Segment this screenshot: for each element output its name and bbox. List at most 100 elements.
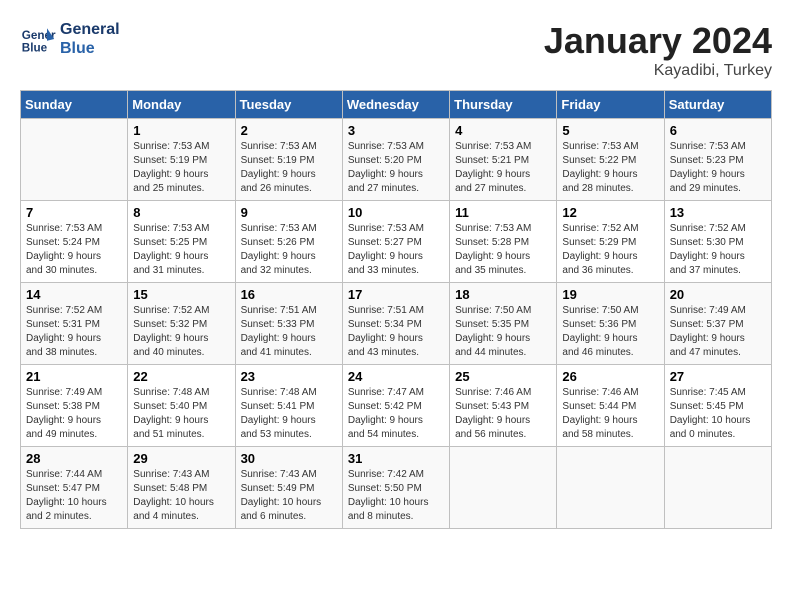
day-number: 17 bbox=[348, 287, 444, 302]
day-number: 2 bbox=[241, 123, 337, 138]
calendar-cell: 24Sunrise: 7:47 AM Sunset: 5:42 PM Dayli… bbox=[342, 365, 449, 447]
day-info: Sunrise: 7:52 AM Sunset: 5:29 PM Dayligh… bbox=[562, 222, 658, 278]
calendar-week-row: 14Sunrise: 7:52 AM Sunset: 5:31 PM Dayli… bbox=[21, 283, 772, 365]
day-info: Sunrise: 7:53 AM Sunset: 5:26 PM Dayligh… bbox=[241, 222, 337, 278]
calendar-week-row: 21 Sunrise: 7:49 AM Sunset: 5:38 PM Dayli… bbox=[21, 365, 772, 447]
calendar-cell bbox=[450, 447, 557, 529]
day-info: Sunrise: 7:43 AM Sunset: 5:48 PM Dayligh… bbox=[133, 468, 229, 524]
calendar-cell: 13 Sunrise: 7:52 AM Sunset: 5:30 PM Dayli… bbox=[664, 201, 771, 283]
day-info: Sunrise: 7:53 AM Sunset: 5:23 PM Dayligh… bbox=[670, 140, 766, 196]
weekday-header: Sunday bbox=[21, 91, 128, 119]
calendar-cell: 23Sunrise: 7:48 AM Sunset: 5:41 PM Dayli… bbox=[235, 365, 342, 447]
day-info: Sunrise: 7:43 AM Sunset: 5:49 PM Dayligh… bbox=[241, 468, 337, 524]
calendar-table: SundayMondayTuesdayWednesdayThursdayFrid… bbox=[20, 90, 772, 529]
weekday-header: Saturday bbox=[664, 91, 771, 119]
calendar-cell: 9 Sunrise: 7:53 AM Sunset: 5:26 PM Daylig… bbox=[235, 201, 342, 283]
day-number: 27 bbox=[670, 369, 766, 384]
calendar-week-row: 28Sunrise: 7:44 AM Sunset: 5:47 PM Dayli… bbox=[21, 447, 772, 529]
day-info: Sunrise: 7:53 AM Sunset: 5:25 PM Dayligh… bbox=[133, 222, 229, 278]
day-number: 20 bbox=[670, 287, 766, 302]
calendar-cell: 4Sunrise: 7:53 AM Sunset: 5:21 PM Daylig… bbox=[450, 119, 557, 201]
calendar-cell: 6 Sunrise: 7:53 AM Sunset: 5:23 PM Daylig… bbox=[664, 119, 771, 201]
day-number: 15 bbox=[133, 287, 229, 302]
day-number: 28 bbox=[26, 451, 122, 466]
logo-icon: General Blue bbox=[20, 21, 56, 57]
calendar-cell: 25Sunrise: 7:46 AM Sunset: 5:43 PM Dayli… bbox=[450, 365, 557, 447]
day-info: Sunrise: 7:53 AM Sunset: 5:22 PM Dayligh… bbox=[562, 140, 658, 196]
day-number: 26 bbox=[562, 369, 658, 384]
day-number: 9 bbox=[241, 205, 337, 220]
day-info: Sunrise: 7:45 AM Sunset: 5:45 PM Dayligh… bbox=[670, 386, 766, 442]
day-number: 6 bbox=[670, 123, 766, 138]
day-number: 18 bbox=[455, 287, 551, 302]
day-info: Sunrise: 7:49 AM Sunset: 5:38 PM Dayligh… bbox=[26, 386, 122, 442]
day-number: 8 bbox=[133, 205, 229, 220]
calendar-cell: 19 Sunrise: 7:50 AM Sunset: 5:36 PM Dayli… bbox=[557, 283, 664, 365]
day-number: 19 bbox=[562, 287, 658, 302]
calendar-cell: 26 Sunrise: 7:46 AM Sunset: 5:44 PM Dayli… bbox=[557, 365, 664, 447]
day-number: 13 bbox=[670, 205, 766, 220]
day-info: Sunrise: 7:51 AM Sunset: 5:33 PM Dayligh… bbox=[241, 304, 337, 360]
day-number: 25 bbox=[455, 369, 551, 384]
day-number: 21 bbox=[26, 369, 122, 384]
day-number: 22 bbox=[133, 369, 229, 384]
weekday-header: Thursday bbox=[450, 91, 557, 119]
day-number: 31 bbox=[348, 451, 444, 466]
calendar-cell: 12 Sunrise: 7:52 AM Sunset: 5:29 PM Dayli… bbox=[557, 201, 664, 283]
day-number: 5 bbox=[562, 123, 658, 138]
logo-line2: Blue bbox=[60, 39, 120, 58]
day-info: Sunrise: 7:51 AM Sunset: 5:34 PM Dayligh… bbox=[348, 304, 444, 360]
day-number: 11 bbox=[455, 205, 551, 220]
month-title: January 2024 bbox=[544, 20, 772, 62]
calendar-cell: 3 Sunrise: 7:53 AM Sunset: 5:20 PM Daylig… bbox=[342, 119, 449, 201]
calendar-cell: 27 Sunrise: 7:45 AM Sunset: 5:45 PM Dayli… bbox=[664, 365, 771, 447]
day-number: 1 bbox=[133, 123, 229, 138]
calendar-cell: 10Sunrise: 7:53 AM Sunset: 5:27 PM Dayli… bbox=[342, 201, 449, 283]
weekday-header: Wednesday bbox=[342, 91, 449, 119]
day-info: Sunrise: 7:48 AM Sunset: 5:40 PM Dayligh… bbox=[133, 386, 229, 442]
calendar-cell: 11Sunrise: 7:53 AM Sunset: 5:28 PM Dayli… bbox=[450, 201, 557, 283]
day-number: 4 bbox=[455, 123, 551, 138]
day-info: Sunrise: 7:53 AM Sunset: 5:24 PM Dayligh… bbox=[26, 222, 122, 278]
logo-line1: General bbox=[60, 20, 120, 39]
day-info: Sunrise: 7:50 AM Sunset: 5:35 PM Dayligh… bbox=[455, 304, 551, 360]
calendar-cell: 30Sunrise: 7:43 AM Sunset: 5:49 PM Dayli… bbox=[235, 447, 342, 529]
day-info: Sunrise: 7:42 AM Sunset: 5:50 PM Dayligh… bbox=[348, 468, 444, 524]
calendar-cell bbox=[557, 447, 664, 529]
calendar-cell: 8 Sunrise: 7:53 AM Sunset: 5:25 PM Daylig… bbox=[128, 201, 235, 283]
calendar-cell: 22 Sunrise: 7:48 AM Sunset: 5:40 PM Dayli… bbox=[128, 365, 235, 447]
calendar-cell: 18 Sunrise: 7:50 AM Sunset: 5:35 PM Dayli… bbox=[450, 283, 557, 365]
svg-text:Blue: Blue bbox=[22, 42, 48, 55]
day-number: 23 bbox=[241, 369, 337, 384]
location: Kayadibi, Turkey bbox=[544, 62, 772, 80]
logo: General Blue General Blue bbox=[20, 20, 120, 58]
calendar-cell: 1 Sunrise: 7:53 AM Sunset: 5:19 PM Daylig… bbox=[128, 119, 235, 201]
day-number: 29 bbox=[133, 451, 229, 466]
day-number: 24 bbox=[348, 369, 444, 384]
day-info: Sunrise: 7:53 AM Sunset: 5:19 PM Dayligh… bbox=[241, 140, 337, 196]
day-info: Sunrise: 7:49 AM Sunset: 5:37 PM Dayligh… bbox=[670, 304, 766, 360]
calendar-cell: 31 Sunrise: 7:42 AM Sunset: 5:50 PM Dayli… bbox=[342, 447, 449, 529]
day-number: 12 bbox=[562, 205, 658, 220]
title-block: January 2024 Kayadibi, Turkey bbox=[544, 20, 772, 80]
calendar-cell: 20 Sunrise: 7:49 AM Sunset: 5:37 PM Dayli… bbox=[664, 283, 771, 365]
calendar-week-row: 7Sunrise: 7:53 AM Sunset: 5:24 PM Daylig… bbox=[21, 201, 772, 283]
day-info: Sunrise: 7:53 AM Sunset: 5:19 PM Dayligh… bbox=[133, 140, 229, 196]
day-info: Sunrise: 7:46 AM Sunset: 5:44 PM Dayligh… bbox=[562, 386, 658, 442]
day-info: Sunrise: 7:52 AM Sunset: 5:32 PM Dayligh… bbox=[133, 304, 229, 360]
calendar-cell: 16 Sunrise: 7:51 AM Sunset: 5:33 PM Dayli… bbox=[235, 283, 342, 365]
calendar-week-row: 1 Sunrise: 7:53 AM Sunset: 5:19 PM Daylig… bbox=[21, 119, 772, 201]
calendar-cell: 28Sunrise: 7:44 AM Sunset: 5:47 PM Dayli… bbox=[21, 447, 128, 529]
day-number: 3 bbox=[348, 123, 444, 138]
day-info: Sunrise: 7:53 AM Sunset: 5:20 PM Dayligh… bbox=[348, 140, 444, 196]
day-info: Sunrise: 7:50 AM Sunset: 5:36 PM Dayligh… bbox=[562, 304, 658, 360]
day-number: 14 bbox=[26, 287, 122, 302]
day-number: 16 bbox=[241, 287, 337, 302]
calendar-cell: 5 Sunrise: 7:53 AM Sunset: 5:22 PM Daylig… bbox=[557, 119, 664, 201]
calendar-cell: 29 Sunrise: 7:43 AM Sunset: 5:48 PM Dayli… bbox=[128, 447, 235, 529]
calendar-cell: 21 Sunrise: 7:49 AM Sunset: 5:38 PM Dayli… bbox=[21, 365, 128, 447]
weekday-header: Tuesday bbox=[235, 91, 342, 119]
day-info: Sunrise: 7:53 AM Sunset: 5:27 PM Dayligh… bbox=[348, 222, 444, 278]
calendar-cell bbox=[664, 447, 771, 529]
day-info: Sunrise: 7:52 AM Sunset: 5:30 PM Dayligh… bbox=[670, 222, 766, 278]
